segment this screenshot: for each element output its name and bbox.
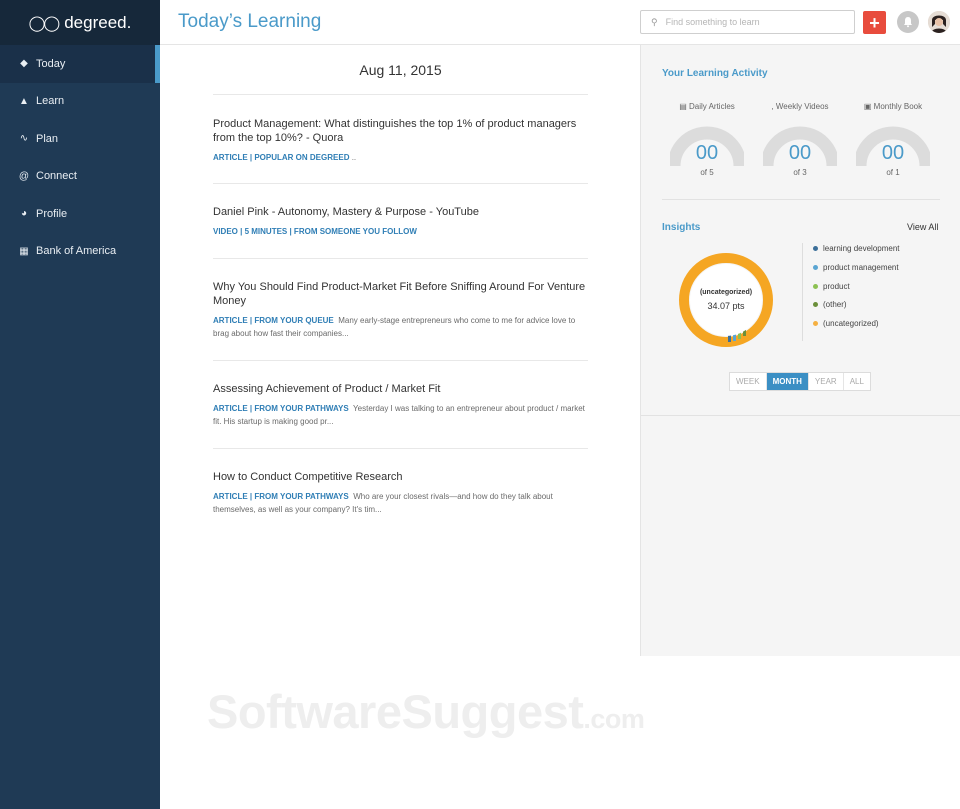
activity-label-monthly: ▣ Monthly Book <box>863 102 923 111</box>
page-title: Today’s Learning <box>178 11 322 32</box>
feed-item-meta: VIDEO | 5 MINUTES | FROM SOMEONE YOU FOL… <box>213 225 588 238</box>
activity-label-daily: ▤ Daily Articles <box>679 102 735 111</box>
avatar[interactable] <box>928 11 950 33</box>
logo-text: degreed. <box>64 12 132 32</box>
sidebar: ◯◯ degreed. ◆ Today ▲ Learn ∿ Plan @ Con… <box>0 0 160 809</box>
gauge-goal: of 5 <box>700 168 714 177</box>
notifications-button[interactable] <box>897 11 919 33</box>
sidebar-item-connect[interactable]: @ Connect <box>0 158 160 196</box>
right-panel: Your Learning Activity ▤ Daily Articles … <box>640 45 960 656</box>
sidebar-item-label: Learn <box>36 95 65 108</box>
legend-dot <box>813 246 818 251</box>
legend-dot <box>813 302 818 307</box>
activity-label-weekly: , Weekly Videos <box>771 102 829 111</box>
feed-item-title[interactable]: How to Conduct Competitive Research <box>213 470 588 484</box>
pie-icon: ◕ <box>20 208 28 220</box>
feed-item-title[interactable]: Why You Should Find Product-Market Fit B… <box>213 280 588 308</box>
watermark: SoftwareSuggest.com <box>207 685 645 738</box>
sidebar-item-label: Today <box>36 57 66 70</box>
logo[interactable]: ◯◯ degreed. <box>0 0 160 45</box>
view-all-link[interactable]: View All <box>907 222 938 232</box>
header: Today’s Learning ⚲ + <box>160 0 960 45</box>
article-icon: ▤ <box>679 102 687 111</box>
feed-item-tags: ARTICLE | FROM YOUR QUEUE <box>213 316 334 325</box>
feed-item-meta: ARTICLE | FROM YOUR PATHWAYS Yesterday I… <box>213 402 588 428</box>
period-tabs: WEEK MONTH YEAR ALL <box>729 372 871 391</box>
trend-icon: ∿ <box>19 133 29 145</box>
legend-dot <box>813 321 818 326</box>
search-input[interactable] <box>665 17 836 27</box>
sidebar-item-label: Plan <box>36 132 59 145</box>
learning-activity-title: Your Learning Activity <box>662 68 768 79</box>
sidebar-item-label: Connect <box>36 170 77 183</box>
learning-feed: Aug 11, 2015 Product Management: What di… <box>213 45 588 537</box>
gauge-goal: of 3 <box>793 168 807 177</box>
donut-center-points: 34.07 pts <box>707 301 745 311</box>
legend-item: learning development <box>813 244 900 253</box>
feed-item-tags: ARTICLE | FROM YOUR PATHWAYS <box>213 492 349 501</box>
gauge-goal: of 1 <box>886 168 900 177</box>
legend-item: (other) <box>813 300 847 309</box>
tab-week[interactable]: WEEK <box>730 373 767 390</box>
bank-icon: ▲ <box>19 95 29 107</box>
book-icon: ▣ <box>863 102 872 111</box>
search-icon: ⚲ <box>651 16 658 27</box>
sidebar-item-today[interactable]: ◆ Today <box>0 45 160 83</box>
sidebar-item-learn[interactable]: ▲ Learn <box>0 83 160 121</box>
tab-all[interactable]: ALL <box>844 373 870 390</box>
insights-donut-chart[interactable] <box>678 252 774 348</box>
sidebar-item-label: Profile <box>36 207 68 220</box>
add-button[interactable]: + <box>863 11 886 34</box>
feed-item-title[interactable]: Assessing Achievement of Product / Marke… <box>213 382 588 396</box>
feed-item-tags: VIDEO | 5 MINUTES | FROM SOMEONE YOU FOL… <box>213 227 417 236</box>
gauge-value: 00 <box>695 142 719 164</box>
divider <box>641 415 960 416</box>
feed-item[interactable]: Why You Should Find Product-Market Fit B… <box>213 259 588 361</box>
feed-date: Aug 11, 2015 <box>213 45 588 95</box>
diamond-icon: ◆ <box>20 58 28 70</box>
legend-dot <box>813 284 818 289</box>
legend-item: product management <box>813 263 899 272</box>
feed-item-tags: ARTICLE | POPULAR ON DEGREED <box>213 153 350 162</box>
feed-item-tags: ARTICLE | FROM YOUR PATHWAYS <box>213 404 349 413</box>
tab-year[interactable]: YEAR <box>809 373 844 390</box>
feed-item-summary: .. <box>351 153 357 162</box>
tab-month[interactable]: MONTH <box>766 373 809 390</box>
donut-center-label: (uncategorized) <box>699 289 753 296</box>
search-box[interactable]: ⚲ <box>640 10 855 34</box>
feed-item-meta: ARTICLE | FROM YOUR PATHWAYS Who are you… <box>213 490 588 516</box>
feed-item[interactable]: Product Management: What distinguishes t… <box>213 95 588 184</box>
building-icon: ▦ <box>19 245 29 257</box>
divider <box>662 199 940 200</box>
feed-item-title[interactable]: Daniel Pink - Autonomy, Mastery & Purpos… <box>213 205 588 219</box>
gauge-value: 00 <box>788 142 812 164</box>
feed-item[interactable]: How to Conduct Competitive Research ARTI… <box>213 449 588 537</box>
feed-item[interactable]: Daniel Pink - Autonomy, Mastery & Purpos… <box>213 184 588 259</box>
feed-item-title[interactable]: Product Management: What distinguishes t… <box>213 117 588 145</box>
sidebar-item-bank-of-america[interactable]: ▦ Bank of America <box>0 233 160 271</box>
user-avatar-icon <box>928 11 950 33</box>
sidebar-item-plan[interactable]: ∿ Plan <box>0 120 160 158</box>
plus-icon: + <box>869 12 880 33</box>
bell-icon <box>904 17 912 28</box>
at-icon: @ <box>18 170 30 182</box>
insights-title: Insights <box>662 222 701 233</box>
glasses-logo-icon: ◯◯ <box>28 14 61 32</box>
legend-dot <box>813 265 818 270</box>
legend-divider <box>802 243 803 341</box>
legend-item: product <box>813 282 850 291</box>
sidebar-item-label: Bank of America <box>36 245 117 258</box>
sidebar-item-profile[interactable]: ◕ Profile <box>0 195 160 233</box>
feed-item[interactable]: Assessing Achievement of Product / Marke… <box>213 361 588 449</box>
feed-item-meta: ARTICLE | POPULAR ON DEGREED .. <box>213 151 588 164</box>
legend-item: (uncategorized) <box>813 319 879 328</box>
gauge-value: 00 <box>881 142 905 164</box>
feed-item-meta: ARTICLE | FROM YOUR QUEUE Many early-sta… <box>213 314 588 340</box>
